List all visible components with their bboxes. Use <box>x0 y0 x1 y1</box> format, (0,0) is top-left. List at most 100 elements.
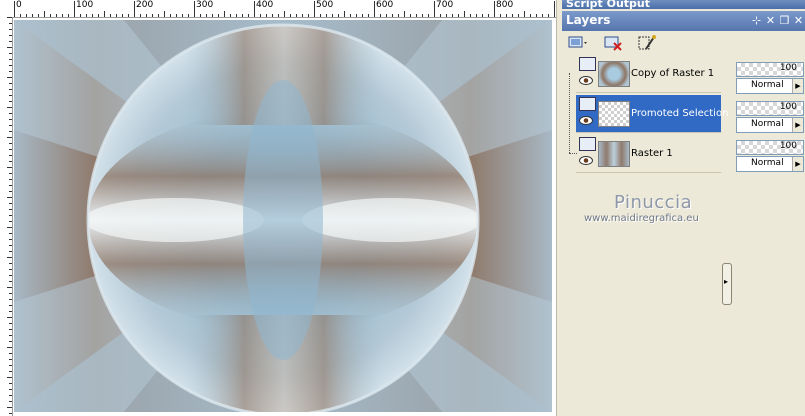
ruler-tick <box>380 14 381 17</box>
ruler-tick <box>9 155 12 156</box>
ruler-tick <box>188 14 189 17</box>
ruler-label: 700 <box>436 0 454 10</box>
ruler-tick <box>9 275 12 276</box>
layer-row-raster-1[interactable]: Raster 1 <box>576 135 721 173</box>
ruler-tick <box>212 14 213 17</box>
opacity-slider[interactable]: 100 <box>736 101 804 116</box>
ruler-tick <box>9 401 12 402</box>
blend-mode-value: Normal <box>751 80 784 90</box>
pin-icon[interactable]: ⊹ <box>750 14 763 27</box>
ruler-tick <box>9 365 12 366</box>
ruler-tick <box>302 14 303 17</box>
script-output-titlebar[interactable]: Script Output <box>562 0 805 10</box>
ruler-tick <box>314 1 315 17</box>
blend-mode-select[interactable]: Normal ▶ <box>736 78 804 94</box>
ruler-tick <box>9 263 12 264</box>
ruler-tick <box>434 1 435 17</box>
layers-toolbar <box>562 31 805 55</box>
ruler-tick <box>320 14 321 17</box>
dropdown-arrow-icon[interactable]: ▶ <box>792 157 803 171</box>
ruler-tick <box>500 14 501 17</box>
ruler-label: 400 <box>256 0 274 10</box>
ruler-tick <box>9 389 12 390</box>
layer-name: Copy of Raster 1 <box>631 68 715 79</box>
blend-mode-select[interactable]: Normal ▶ <box>736 117 804 133</box>
ruler-tick <box>9 203 12 204</box>
layer-row-promoted-selection[interactable]: Promoted Selection <box>576 95 728 133</box>
ruler-tick <box>266 14 267 17</box>
canvas-image[interactable] <box>14 20 552 412</box>
ruler-tick <box>7 197 12 198</box>
ruler-tick <box>9 395 12 396</box>
ruler-tick <box>410 14 411 17</box>
ruler-tick <box>9 143 12 144</box>
ruler-tick <box>7 287 12 288</box>
ruler-tick <box>206 14 207 17</box>
ruler-tick <box>9 95 12 96</box>
eye-visibility-icon[interactable] <box>579 156 593 165</box>
dropdown-arrow-icon[interactable]: ▶ <box>792 118 803 132</box>
layer-type-icon <box>579 137 596 151</box>
ruler-tick <box>554 1 555 17</box>
ruler-tick <box>224 11 225 17</box>
edit-layer-icon[interactable] <box>636 33 658 53</box>
layer-props-row: 100 Normal ▶ <box>734 99 805 135</box>
watermark-url: www.maidiregrafica.eu <box>584 213 699 224</box>
ruler-tick <box>230 14 231 17</box>
ruler-tick <box>488 14 489 17</box>
ruler-tick <box>80 14 81 17</box>
ruler-tick <box>9 179 12 180</box>
ruler-tick <box>9 125 12 126</box>
ruler-tick <box>236 14 237 17</box>
collapse-panel-button[interactable]: ▸ <box>722 263 732 305</box>
layer-row-copy-of-raster-1[interactable]: Copy of Raster 1 <box>576 55 721 93</box>
ruler-tick <box>74 1 75 17</box>
ruler-tick <box>494 1 495 17</box>
layer-thumbnail <box>598 61 630 87</box>
close-icon[interactable]: ✕ <box>764 14 777 27</box>
ruler-tick <box>9 299 12 300</box>
ruler-label: 0 <box>16 0 22 10</box>
ruler-tick <box>464 11 465 17</box>
ruler-tick <box>9 101 12 102</box>
ruler-tick <box>284 11 285 17</box>
eye-visibility-icon[interactable] <box>579 116 593 125</box>
delete-layer-icon[interactable] <box>602 33 624 53</box>
ruler-tick <box>9 311 12 312</box>
ruler-tick <box>242 14 243 17</box>
opacity-slider[interactable]: 100 <box>736 140 804 155</box>
new-layer-icon[interactable] <box>566 33 588 53</box>
ruler-tick <box>140 14 141 17</box>
document-canvas-area[interactable]: 0 100 200 300 400 500 600 700 800 <box>0 0 556 416</box>
layers-panel-titlebar[interactable]: Layers ⊹ ✕ ❐ ✕ <box>562 11 805 31</box>
ruler-tick <box>116 14 117 17</box>
ruler-tick <box>296 14 297 17</box>
ruler-tick <box>9 119 12 120</box>
restore-icon[interactable]: ❐ <box>778 14 791 27</box>
ruler-tick <box>9 89 12 90</box>
opacity-slider[interactable]: 100 <box>736 62 804 77</box>
ruler-tick <box>7 77 12 78</box>
ruler-tick <box>9 131 12 132</box>
ruler-tick <box>9 281 12 282</box>
script-output-title: Script Output <box>566 0 651 10</box>
ruler-tick <box>470 14 471 17</box>
dropdown-arrow-icon[interactable]: ▶ <box>792 79 803 93</box>
layer-name: Promoted Selection <box>631 108 729 119</box>
ruler-tick <box>512 14 513 17</box>
ruler-tick <box>9 371 12 372</box>
ruler-tick <box>7 257 12 258</box>
ruler-tick <box>9 239 12 240</box>
ruler-tick <box>9 353 12 354</box>
ruler-tick <box>122 14 123 17</box>
ruler-label: 600 <box>376 0 394 10</box>
ruler-tick <box>9 335 12 336</box>
eye-visibility-icon[interactable] <box>579 76 593 85</box>
ruler-tick <box>9 359 12 360</box>
blend-mode-select[interactable]: Normal ▶ <box>736 156 804 172</box>
layer-thumbnail <box>598 101 630 127</box>
ruler-tick <box>62 14 63 17</box>
ruler-tick <box>9 341 12 342</box>
close-panel-icon[interactable]: ✕ <box>792 14 805 27</box>
vertical-ruler <box>0 17 13 416</box>
